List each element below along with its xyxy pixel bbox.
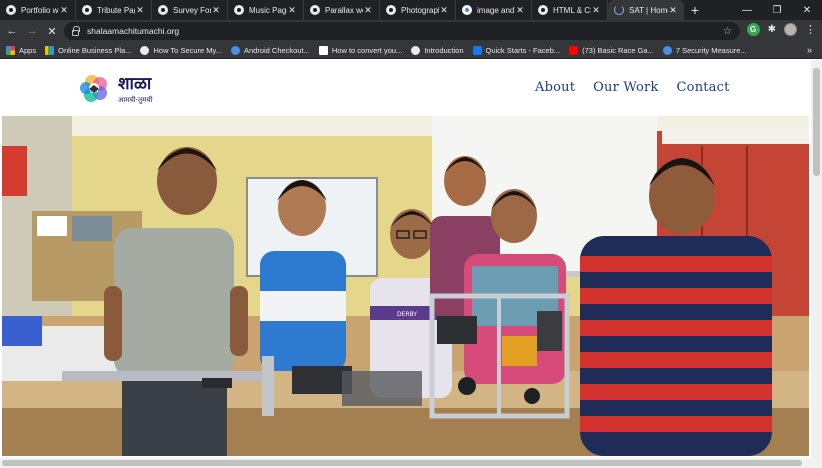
loading-spinner-icon [614, 5, 624, 15]
bookmark-secure[interactable]: How To Secure My... [140, 45, 222, 55]
menu-kebab-icon[interactable]: ⋮ [805, 23, 816, 36]
lock-icon [72, 25, 80, 36]
bookmark-security-measures[interactable]: 7 Security Measure... [662, 45, 747, 55]
apps-grid-icon [6, 45, 15, 55]
nav-contact[interactable]: Contact [677, 80, 730, 95]
bookmarks-bar: Apps Online Business Pla... How To Secur… [0, 42, 822, 59]
gmail-icon [318, 45, 328, 55]
globe-icon [234, 5, 244, 15]
globe-icon [538, 5, 548, 15]
close-icon[interactable]: ✕ [668, 5, 678, 16]
address-bar[interactable]: shalaamachitumachi.org ☆ [64, 22, 740, 40]
globe-icon [6, 5, 16, 15]
extensions-puzzle-icon[interactable]: ✱ [768, 24, 776, 35]
tab-survey[interactable]: Survey Form✕ [152, 0, 228, 20]
site-logo[interactable]: शाळा आमची-तुमची [80, 72, 162, 106]
main-nav: About Our Work Contact [535, 80, 730, 95]
more-bookmarks-icon[interactable]: » [807, 45, 812, 55]
striped-shirt [580, 236, 772, 456]
star-icon[interactable]: ☆ [723, 26, 732, 37]
globe-icon [82, 5, 92, 15]
close-icon[interactable]: ✕ [439, 5, 449, 16]
logo-title: शाळा [118, 74, 152, 94]
close-icon[interactable]: ✕ [59, 5, 69, 16]
logo-subtitle: आमची-तुमची [118, 95, 153, 104]
tab-html-css[interactable]: HTML & CS✕ [532, 0, 608, 20]
back-arrow-icon[interactable]: ← [2, 21, 22, 41]
android-icon [230, 45, 240, 55]
profile-avatar[interactable] [784, 23, 797, 36]
tab-tribute[interactable]: Tribute Pag ✕ [76, 0, 152, 20]
horizontal-scrollbar[interactable] [0, 458, 822, 468]
close-icon[interactable]: ✕ [211, 5, 221, 16]
window-controls: — ❐ ✕ [732, 0, 822, 20]
hero-image: DERBY [2, 116, 809, 456]
site-header: शाळा आमची-तुमची About Our Work Contact [0, 60, 811, 116]
tab-image-search[interactable]: image and ✕ [456, 0, 532, 20]
bookmark-android-checkout[interactable]: Android Checkout... [230, 45, 310, 55]
logo-flower-icon [80, 75, 107, 102]
stop-loading-icon[interactable]: ✕ [42, 21, 62, 41]
bookmark-introduction[interactable]: Introduction [411, 45, 464, 55]
forward-arrow-icon[interactable]: → [22, 21, 42, 41]
facebook-icon [472, 45, 482, 55]
hscrollbar-thumb[interactable] [2, 460, 802, 466]
bookmark-basic-race-game[interactable]: (73) Basic Race Ga... [569, 45, 654, 55]
close-icon[interactable]: ✕ [287, 5, 297, 16]
browser-toolbar: ← → ✕ shalaamachitumachi.org ☆ G ✱ ⋮ [0, 20, 822, 42]
close-icon[interactable]: ✕ [515, 5, 525, 16]
browser-tab-strip: Portfolio w✕ Tribute Pag✕ Survey Form✕ M… [0, 0, 822, 20]
close-icon[interactable]: ✕ [363, 5, 373, 16]
bookmark-apps[interactable]: Apps [6, 45, 36, 55]
restore-icon[interactable]: ❐ [762, 0, 792, 20]
close-icon[interactable]: ✕ [591, 5, 601, 16]
globe-icon [386, 5, 396, 15]
scrollbar-thumb[interactable] [813, 68, 820, 176]
tab-music[interactable]: Music Page ✕ [228, 0, 304, 20]
nav-about[interactable]: About [535, 80, 575, 95]
tab-photography[interactable]: Photograph ✕ [380, 0, 456, 20]
bookmark-icon [45, 45, 55, 55]
hero-photo-illustration: DERBY [2, 116, 809, 456]
new-tab-button[interactable]: + [684, 0, 706, 20]
minimize-icon[interactable]: — [732, 0, 762, 20]
toolbar-actions: G ✱ ⋮ [746, 23, 816, 36]
globe-icon [411, 45, 421, 55]
close-window-icon[interactable]: ✕ [792, 0, 822, 20]
nav-our-work[interactable]: Our Work [593, 80, 658, 95]
tab-parallax[interactable]: Parallax we ✕ [304, 0, 380, 20]
vertical-scrollbar[interactable] [811, 60, 822, 458]
grammarly-extension-icon[interactable]: G [746, 23, 760, 36]
bookmark-online-business[interactable]: Online Business Pla... [45, 45, 131, 55]
google-icon [462, 5, 472, 15]
shirt-print: DERBY [397, 311, 417, 318]
globe-icon [158, 5, 168, 15]
tab-portfolio[interactable]: Portfolio w ✕ [0, 0, 76, 20]
bookmark-quick-starts-facebook[interactable]: Quick Starts - Faceb... [472, 45, 560, 55]
url-text[interactable]: shalaamachitumachi.org [87, 26, 179, 36]
globe-icon [662, 45, 672, 55]
bookmark-how-to-convert[interactable]: How to convert you... [318, 45, 402, 55]
web-page: शाळा आमची-तुमची About Our Work Contact D… [0, 60, 822, 468]
globe-icon [140, 45, 150, 55]
close-icon[interactable]: ✕ [135, 5, 145, 16]
tab-sat-home[interactable]: SAT | Home ✕ [608, 0, 684, 20]
youtube-icon [569, 45, 579, 55]
globe-icon [310, 5, 320, 15]
